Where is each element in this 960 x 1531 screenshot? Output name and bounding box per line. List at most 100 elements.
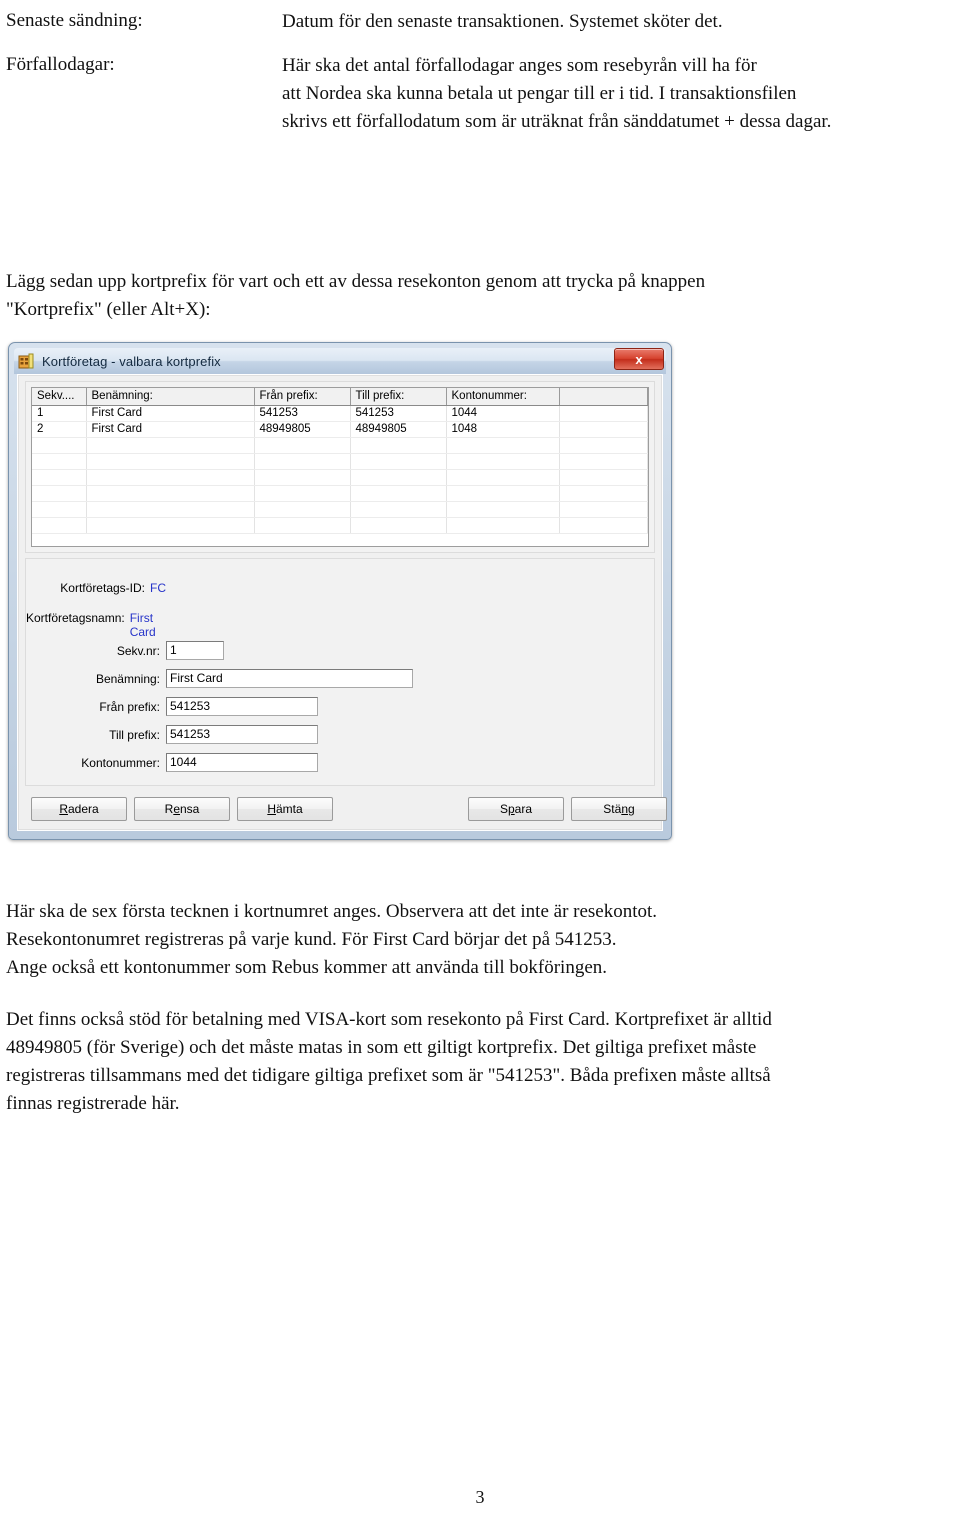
cell-till-prefix: 541253 bbox=[350, 405, 447, 422]
rensa-button[interactable]: Re nsa bbox=[134, 797, 230, 821]
column-header-kontonummer[interactable]: Kontonummer: bbox=[446, 388, 560, 406]
close-icon[interactable]: x bbox=[614, 348, 664, 370]
definition-term: Förfallodagar: bbox=[6, 54, 115, 75]
kontonummer-input[interactable]: 1044 bbox=[166, 753, 318, 772]
table-row-empty[interactable]: ...... bbox=[32, 437, 648, 454]
radera-button[interactable]: Radera bbox=[31, 797, 127, 821]
hamta-button-accel: H bbox=[267, 802, 276, 816]
table-row[interactable]: 1 First Card 541253 541253 1044 bbox=[32, 405, 648, 422]
prefix-grid[interactable]: Sekv.... Benämning: Från prefix: Till pr… bbox=[31, 387, 649, 547]
column-header-till-prefix[interactable]: Till prefix: bbox=[350, 388, 447, 406]
cell-benamning: First Card bbox=[86, 421, 255, 438]
spara-button-accel: p bbox=[507, 802, 515, 816]
stang-button[interactable]: Stä n g bbox=[571, 797, 667, 821]
cell-kontonummer: 1048 bbox=[446, 421, 560, 438]
definition-description: Datum för den senaste transaktionen. Sys… bbox=[282, 8, 954, 36]
cell-fran-prefix: 541253 bbox=[254, 405, 351, 422]
paragraph-line: registreras tillsammans med det tidigare… bbox=[6, 1065, 771, 1086]
cell-spacer bbox=[559, 421, 648, 438]
paragraph-line: "Kortprefix" (eller Alt+X): bbox=[6, 299, 211, 320]
column-header-benamning[interactable]: Benämning: bbox=[86, 388, 255, 406]
fran-prefix-field-row: Från prefix: 541253 bbox=[26, 697, 318, 716]
fran-prefix-input[interactable]: 541253 bbox=[166, 697, 318, 716]
prefix-form-panel: Kortföretags-ID: FC Kortföretagsnamn: Fi… bbox=[25, 558, 655, 786]
table-body: 1 First Card 541253 541253 1044 2 First … bbox=[32, 405, 648, 534]
kortforetags-id-label: Kortföretags-ID: bbox=[60, 581, 145, 595]
cell-sekv: 1 bbox=[32, 405, 87, 422]
definition-list: Senaste sändning: Datum för den senaste … bbox=[6, 8, 954, 152]
cell-fran-prefix: 48949805 bbox=[254, 421, 351, 438]
kontonummer-label: Kontonummer: bbox=[81, 755, 160, 770]
till-prefix-field-row: Till prefix: 541253 bbox=[26, 725, 318, 744]
definition-description: Här ska det antal förfallodagar anges so… bbox=[282, 52, 954, 136]
stang-button-before: Stä bbox=[603, 802, 622, 816]
kortforetags-id-value: FC bbox=[150, 581, 166, 595]
application-icon bbox=[18, 353, 35, 370]
definition-line: skrivs ett förfallodatum som är uträknat… bbox=[282, 111, 832, 132]
hamta-button[interactable]: Hämta bbox=[237, 797, 333, 821]
column-header-spacer bbox=[559, 388, 648, 406]
hamta-button-after: ämta bbox=[275, 802, 303, 816]
stang-button-accel: n bbox=[621, 802, 628, 816]
till-prefix-input[interactable]: 541253 bbox=[166, 725, 318, 744]
cell-spacer bbox=[559, 405, 648, 422]
table-row-empty[interactable]: ...... bbox=[32, 501, 648, 518]
column-header-sekv[interactable]: Sekv.... bbox=[32, 388, 87, 406]
benamning-input[interactable]: First Card bbox=[166, 669, 413, 688]
definition-term: Senaste sändning: bbox=[6, 10, 143, 31]
cell-till-prefix: 48949805 bbox=[350, 421, 447, 438]
kortforetagsnamn-value: First Card bbox=[129, 611, 156, 639]
intro-paragraph: Lägg sedan upp kortprefix för vart och e… bbox=[6, 268, 954, 324]
table-row-empty[interactable]: ...... bbox=[32, 517, 648, 534]
dialog-body: Sekv.... Benämning: Från prefix: Till pr… bbox=[17, 374, 667, 831]
paragraph-line: Det finns också stöd för betalning med V… bbox=[6, 1009, 772, 1030]
radera-button-accel: R bbox=[59, 802, 68, 816]
kortforetagsnamn-row: Kortföretagsnamn: First Card bbox=[26, 611, 166, 639]
fran-prefix-label: Från prefix: bbox=[99, 699, 160, 714]
paragraph-line: finnas registrerade här. bbox=[6, 1093, 180, 1114]
dialog-screenshot: Kortföretag - valbara kortprefix x Sekv.… bbox=[8, 342, 672, 840]
spara-button-after: ara bbox=[514, 802, 533, 816]
kontonummer-field-row: Kontonummer: 1044 bbox=[26, 753, 318, 772]
till-prefix-label: Till prefix: bbox=[109, 727, 160, 742]
cell-benamning: First Card bbox=[86, 405, 255, 422]
definition-line: att Nordea ska kunna betala ut pengar ti… bbox=[282, 83, 797, 104]
radera-button-after: adera bbox=[67, 802, 99, 816]
table-row-empty[interactable]: ...... bbox=[32, 453, 648, 470]
page-number: 3 bbox=[475, 1487, 485, 1507]
cell-kontonummer: 1044 bbox=[446, 405, 560, 422]
dialog-titlebar[interactable]: Kortföretag - valbara kortprefix x bbox=[14, 348, 666, 374]
spara-button[interactable]: Sp ara bbox=[468, 797, 564, 821]
paragraph-line: Resekontonumret registreras på varje kun… bbox=[6, 929, 617, 950]
spara-button-before: S bbox=[499, 802, 508, 816]
rensa-button-before: R bbox=[164, 802, 174, 816]
dialog-title: Kortföretag - valbara kortprefix bbox=[42, 353, 221, 369]
rensa-button-accel: e bbox=[173, 802, 180, 816]
column-header-fran-prefix[interactable]: Från prefix: bbox=[254, 388, 351, 406]
kortforetagsnamn-label: Kortföretagsnamn: bbox=[26, 611, 125, 625]
stang-button-after: g bbox=[628, 802, 635, 816]
final-paragraph: Det finns också stöd för betalning med V… bbox=[6, 1006, 954, 1118]
table-header-row: Sekv.... Benämning: Från prefix: Till pr… bbox=[32, 388, 648, 406]
table-row[interactable]: 2 First Card 48949805 48949805 1048 bbox=[32, 421, 648, 438]
definition-line: Här ska det antal förfallodagar anges so… bbox=[282, 55, 757, 76]
kortforetag-dialog: Kortföretag - valbara kortprefix x Sekv.… bbox=[8, 342, 672, 840]
sekvnr-input[interactable]: 1 bbox=[166, 641, 224, 660]
paragraph-line: Ange också ett kontonummer som Rebus kom… bbox=[6, 957, 608, 978]
table-row-empty[interactable]: ...... bbox=[32, 469, 648, 486]
paragraph-line: Lägg sedan upp kortprefix för vart och e… bbox=[6, 271, 706, 292]
prefix-table: Sekv.... Benämning: Från prefix: Till pr… bbox=[32, 388, 648, 534]
definition-line: Datum för den senaste transaktionen. Sys… bbox=[282, 11, 723, 32]
definition-row: Senaste sändning: Datum för den senaste … bbox=[6, 8, 954, 36]
sekvnr-label: Sekv.nr: bbox=[116, 643, 160, 658]
table-row-empty[interactable]: ...... bbox=[32, 485, 648, 502]
paragraph-line: 48949805 (för Sverige) och det måste mat… bbox=[6, 1037, 757, 1058]
dialog-button-bar: Radera Re nsa Hämta Sp ara Stä n g bbox=[25, 794, 667, 826]
definition-row: Förfallodagar: Här ska det antal förfall… bbox=[6, 52, 954, 136]
cell-sekv: 2 bbox=[32, 421, 87, 438]
prefix-grid-panel: Sekv.... Benämning: Från prefix: Till pr… bbox=[25, 381, 655, 553]
kortforetags-id-row: Kortföretags-ID: FC bbox=[26, 581, 166, 595]
paragraph-line: Här ska de sex första tecknen i kortnumr… bbox=[6, 901, 658, 922]
after-screenshot-paragraph: Här ska de sex första tecknen i kortnumr… bbox=[6, 898, 954, 982]
sekvnr-field-row: Sekv.nr: 1 bbox=[26, 641, 224, 660]
